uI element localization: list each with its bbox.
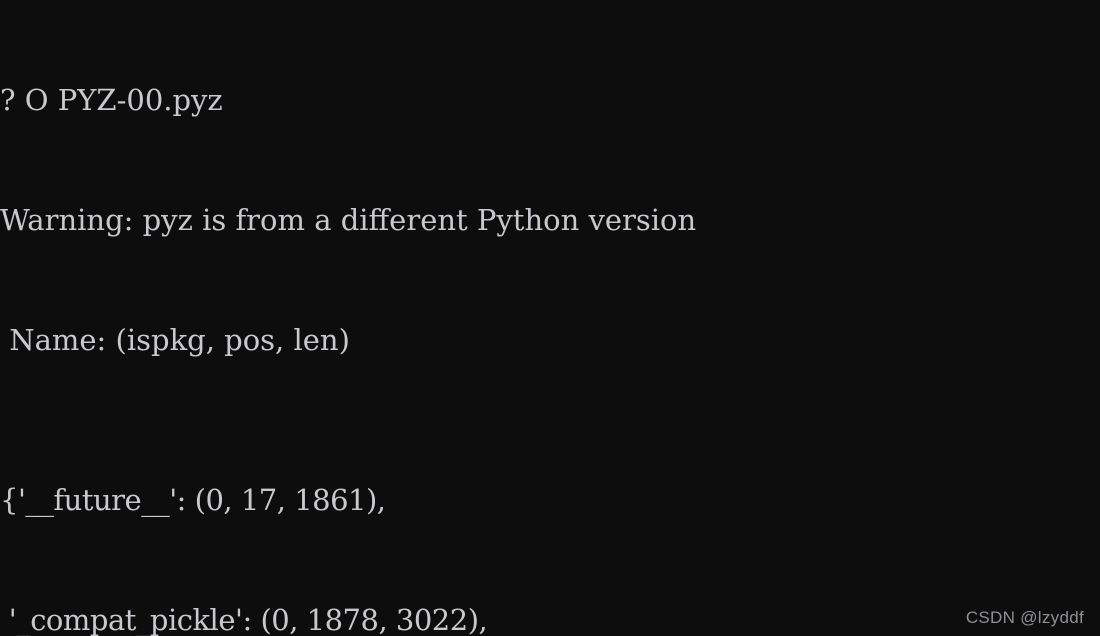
archive-entry-line: '_compat_pickle': (0, 1878, 3022), [0, 603, 488, 636]
archive-entry-line: {'__future__': (0, 17, 1861), [0, 483, 386, 517]
csdn-watermark: CSDN @lzyddf [965, 608, 1084, 627]
console-output: ? O PYZ-00.pyz Warning: pyz is from a di… [0, 0, 1100, 636]
column-header-line: Name: (ispkg, pos, len) [0, 323, 350, 357]
command-line: ? O PYZ-00.pyz [0, 83, 223, 117]
warning-line: Warning: pyz is from a different Python … [0, 203, 697, 237]
terminal-window[interactable]: ? O PYZ-00.pyz Warning: pyz is from a di… [0, 0, 1100, 636]
